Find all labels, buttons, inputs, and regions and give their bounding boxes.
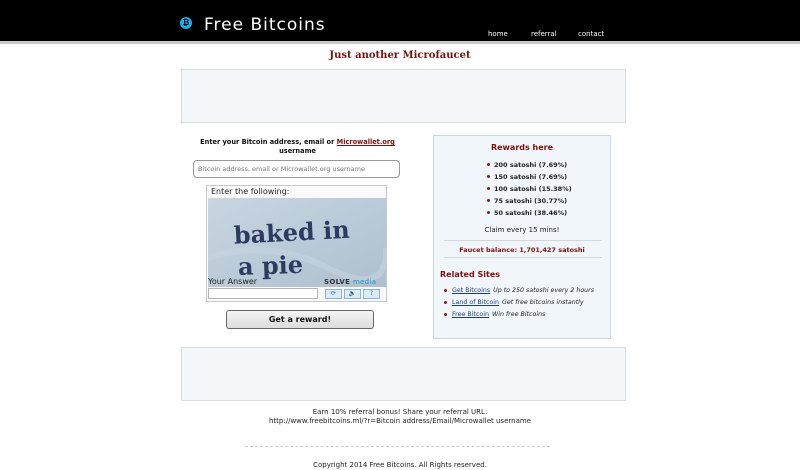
page-subtitle: Just another Microfaucet bbox=[329, 50, 471, 61]
microwallet-link[interactable]: Microwallet.org bbox=[337, 138, 395, 146]
related-site-item: Land of Bitcoin Get free bitcoins instant… bbox=[444, 299, 607, 311]
copyright-text: Copyright 2014 Free Bitcoins. All Rights… bbox=[313, 461, 487, 469]
captcha-widget: Enter the following: baked in a pie Your… bbox=[206, 185, 387, 302]
get-reward-button[interactable]: Get a reward! bbox=[226, 310, 374, 329]
nav-contact-link[interactable]: contact bbox=[578, 30, 604, 38]
referral-bonus-text: Earn 10% referral bonus! Share your refe… bbox=[312, 408, 488, 416]
rewards-panel: Rewards here 200 satoshi (7.69%) 150 sat… bbox=[433, 135, 611, 339]
captcha-audio-icon[interactable]: 🔈 bbox=[344, 289, 361, 299]
solvemedia-brand-light: media bbox=[352, 278, 377, 286]
related-site-desc: Win free Bitcoins bbox=[491, 311, 546, 318]
ad-banner-top[interactable] bbox=[181, 69, 626, 123]
related-sites-list: Get Bitcoins Up to 250 satoshi every 2 ho… bbox=[444, 287, 607, 323]
answer-label: Your Answer bbox=[208, 277, 258, 286]
captcha-image: baked in a pie bbox=[208, 198, 386, 287]
label-prefix: Enter your Bitcoin address, email or bbox=[200, 138, 337, 146]
solvemedia-brand-bold: SOLVE bbox=[324, 278, 351, 286]
reward-item: 75 satoshi (30.77%) bbox=[434, 197, 610, 209]
related-site-desc: Get free bitcoins instantly bbox=[502, 299, 584, 306]
reward-item: 100 satoshi (15.38%) bbox=[434, 185, 610, 197]
related-site-desc: Up to 250 satoshi every 2 hours bbox=[493, 287, 595, 294]
rewards-list: 200 satoshi (7.69%) 150 satoshi (7.69%) … bbox=[434, 161, 610, 221]
reward-item: 50 satoshi (38.46%) bbox=[434, 209, 610, 221]
referral-url-text: http://www.freebitcoins.ml/?r=Bitcoin ad… bbox=[269, 417, 531, 425]
captcha-text-line1: baked in bbox=[233, 215, 350, 250]
related-sites-title: Related Sites bbox=[440, 270, 501, 279]
referral-info: Earn 10% referral bonus! Share your refe… bbox=[0, 408, 800, 426]
ad-banner-bottom[interactable] bbox=[181, 347, 626, 401]
divider bbox=[444, 257, 602, 258]
related-site-item: Free Bitcoin Win free Bitcoins bbox=[444, 311, 607, 323]
captcha-prompt: Enter the following: bbox=[209, 187, 292, 196]
claim-interval-text: Claim every 15 mins! bbox=[484, 226, 560, 234]
related-site-link-land-of-bitcoin[interactable]: Land of Bitcoin bbox=[452, 299, 499, 306]
bitcoin-logo-icon[interactable]: ₿ bbox=[180, 17, 192, 29]
address-input[interactable] bbox=[193, 160, 400, 178]
rewards-title: Rewards here bbox=[490, 143, 554, 152]
address-field-label: Enter your Bitcoin address, email or Mic… bbox=[200, 138, 395, 156]
captcha-answer-input[interactable] bbox=[208, 288, 318, 299]
faucet-balance: Faucet balance: 1,701,427 satoshi bbox=[459, 246, 585, 254]
related-site-item: Get Bitcoins Up to 250 satoshi every 2 ho… bbox=[444, 287, 607, 299]
reward-item: 200 satoshi (7.69%) bbox=[434, 161, 610, 173]
divider bbox=[444, 240, 602, 241]
related-site-link-get-bitcoins[interactable]: Get Bitcoins bbox=[452, 287, 490, 294]
captcha-help-icon[interactable]: ? bbox=[363, 289, 380, 299]
nav-home-link[interactable]: home bbox=[488, 30, 508, 38]
related-site-link-free-bitcoin[interactable]: Free Bitcoin bbox=[452, 311, 489, 318]
site-header: ₿ Free Bitcoins home referral contact bbox=[0, 0, 800, 44]
footer-divider bbox=[245, 446, 550, 447]
captcha-refresh-icon[interactable]: ⟳ bbox=[325, 289, 342, 299]
site-title[interactable]: Free Bitcoins bbox=[204, 15, 326, 35]
label-suffix: username bbox=[279, 147, 316, 155]
reward-item: 150 satoshi (7.69%) bbox=[434, 173, 610, 185]
nav-referral-link[interactable]: referral bbox=[531, 30, 557, 38]
solvemedia-logo: SOLVE media bbox=[324, 278, 376, 286]
